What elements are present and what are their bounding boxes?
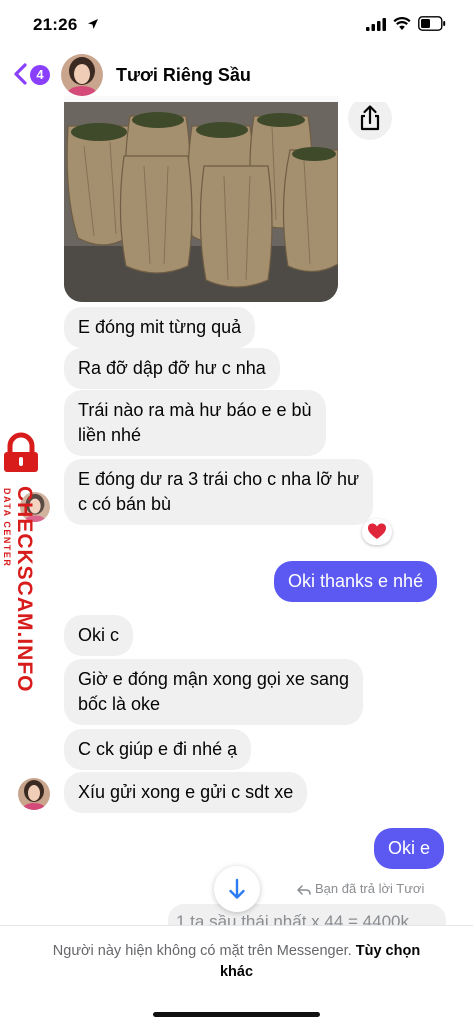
- message-bubble[interactable]: Oki c: [64, 615, 134, 656]
- watermark-sub: DATA CENTER: [2, 488, 12, 568]
- message-bubble[interactable]: Giờ e đóng mận xong gọi xe sang bốc là o…: [64, 659, 363, 725]
- reply-label: Bạn đã trả lời Tươi: [315, 881, 425, 896]
- location-arrow-icon: [88, 19, 98, 29]
- avatar-image: [61, 54, 103, 96]
- message-bubble-sent[interactable]: Oki thanks e nhé: [274, 561, 438, 602]
- status-time: 21:26: [33, 15, 78, 34]
- cellular-signal-icon: [366, 18, 386, 31]
- conversation-header: 4 Tươi Riêng Sầu: [0, 48, 473, 102]
- battery-icon: [418, 16, 446, 31]
- reply-indicator: Bạn đã trả lời Tươi: [297, 881, 424, 896]
- home-indicator[interactable]: [153, 1012, 320, 1017]
- share-icon: [360, 105, 380, 131]
- scroll-to-bottom-button[interactable]: [214, 866, 260, 912]
- contact-avatar[interactable]: [61, 54, 103, 96]
- back-chevron-icon[interactable]: [12, 62, 28, 86]
- message-bubble[interactable]: C ck giúp e đi nhé ạ: [64, 729, 252, 770]
- shared-photo[interactable]: [64, 96, 338, 302]
- contact-name[interactable]: Tươi Riêng Sầu: [116, 65, 251, 86]
- watermark-text: CHECKSCAM.INFO DATA CENTER: [2, 486, 36, 693]
- message-bubble[interactable]: Trái nào ra mà hư báo e e bù liền nhé: [64, 390, 326, 456]
- footer-notice-block: Người này hiện không có mặt trên Messeng…: [40, 941, 433, 983]
- arrow-down-icon: [229, 878, 245, 899]
- wifi-icon: [393, 17, 411, 30]
- message-bubble-sent[interactable]: Oki e: [374, 828, 445, 869]
- share-button[interactable]: [348, 96, 392, 140]
- sender-avatar[interactable]: [18, 778, 50, 810]
- footer-notice: Người này hiện không có mặt trên Messeng…: [52, 943, 352, 959]
- watermark: CHECKSCAM.INFO DATA CENTER: [0, 432, 60, 693]
- unread-count-badge[interactable]: 4: [30, 65, 50, 85]
- message-bubble[interactable]: Xíu gửi xong e gửi c sdt xe: [64, 772, 308, 813]
- photo-image: [64, 96, 338, 302]
- status-bar: 21:26: [0, 0, 473, 48]
- heart-icon: [368, 523, 386, 539]
- reply-arrow-icon: [297, 884, 311, 895]
- message-bubble[interactable]: E đóng mit từng quả: [64, 307, 256, 348]
- avatar-image: [18, 778, 50, 810]
- watermark-brand: CHECKSCAM.INFO: [13, 486, 36, 693]
- heart-reaction[interactable]: [362, 519, 392, 545]
- message-bubble[interactable]: E đóng dư ra 3 trái cho c nha lỡ hư c có…: [64, 459, 374, 525]
- message-bubble[interactable]: Ra đỡ dập đỡ hư c nha: [64, 348, 280, 389]
- unavailable-footer: Người này hiện không có mặt trên Messeng…: [0, 925, 473, 1024]
